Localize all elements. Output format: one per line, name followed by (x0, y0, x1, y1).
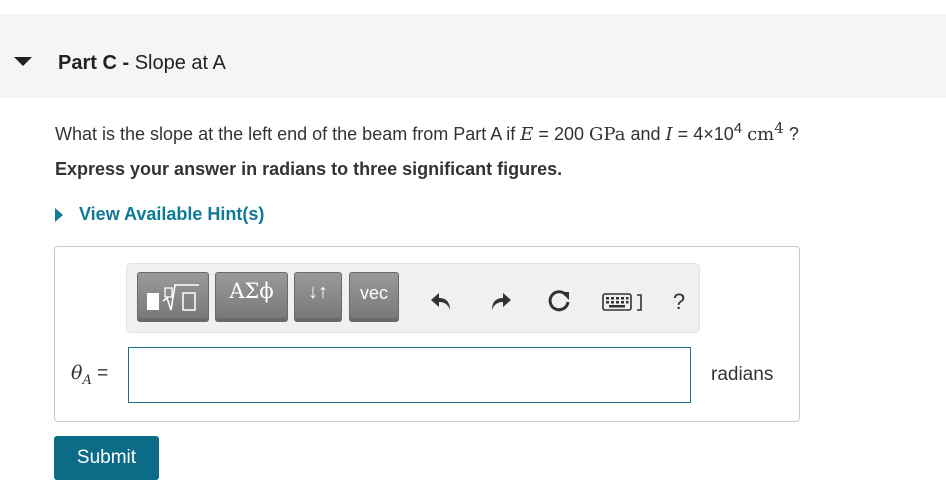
reset-icon[interactable] (543, 286, 575, 318)
E-symbol: E (520, 124, 534, 145)
fraction-sqrt-icon (147, 284, 199, 311)
question-text: What is the slope at the left end of the… (55, 119, 799, 145)
part-title: Part C - Slope at A (58, 52, 226, 75)
undo-icon[interactable] (425, 286, 457, 318)
arrows-button[interactable]: ↓↑ (294, 272, 342, 322)
I-symbol: I (665, 124, 673, 145)
answer-input[interactable] (128, 347, 691, 403)
collapse-caret-icon[interactable] (14, 57, 32, 66)
math-toolbar: ΑΣϕ ↓↑ vec ? (126, 263, 700, 333)
units-label: radians (711, 364, 774, 385)
vector-button[interactable]: vec (349, 272, 399, 322)
greek-symbols-button[interactable]: ΑΣϕ (215, 272, 288, 322)
part-name: Slope at A (134, 52, 226, 74)
view-hints-link[interactable]: View Available Hint(s) (55, 204, 264, 225)
instruction-text: Express your answer in radians to three … (55, 159, 563, 179)
keyboard-icon[interactable] (601, 286, 647, 318)
templates-button[interactable] (137, 272, 209, 322)
answer-variable-label: θA = (71, 362, 109, 388)
part-label: Part C - (58, 52, 130, 74)
part-header[interactable]: Part C - Slope at A (0, 14, 946, 98)
submit-button[interactable]: Submit (54, 436, 159, 480)
help-icon[interactable]: ? (663, 286, 695, 318)
expand-caret-icon (55, 207, 63, 222)
redo-icon[interactable] (485, 286, 517, 318)
hint-label: View Available Hint(s) (79, 204, 265, 224)
